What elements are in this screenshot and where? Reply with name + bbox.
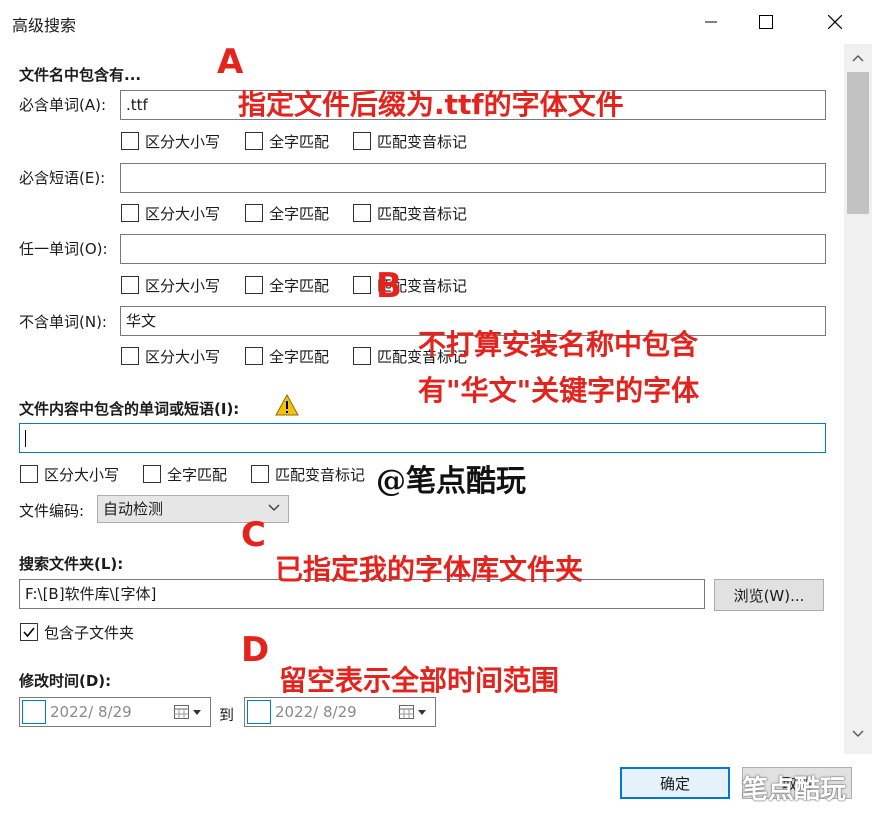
close-icon	[828, 15, 842, 29]
encoding-label: 文件编码:	[19, 502, 85, 520]
scrollbar-thumb[interactable]	[847, 72, 869, 214]
maximize-button[interactable]	[739, 0, 793, 44]
any-word-input[interactable]	[120, 234, 826, 264]
must-phrase-diacritics-checkbox[interactable]: 匹配变音标记	[353, 203, 467, 223]
warning-icon	[275, 394, 299, 416]
calendar-icon[interactable]	[174, 704, 204, 720]
corner-watermark: 笔点酷玩	[742, 775, 847, 805]
close-button[interactable]	[808, 0, 862, 44]
annotation-text-d: 留空表示全部时间范围	[279, 664, 560, 697]
annotation-text-c: 已指定我的字体库文件夹	[275, 553, 584, 586]
content-section-title: 文件内容中包含的单词或短语(I):	[19, 400, 240, 418]
exclude-word-label: 不含单词(N):	[19, 313, 107, 331]
annotation-letter-d: D	[241, 630, 270, 670]
subfolder-checkbox[interactable]: 包含子文件夹	[20, 622, 134, 642]
content-case-checkbox[interactable]: 区分大小写	[20, 464, 119, 484]
content-whole-checkbox[interactable]: 全字匹配	[143, 464, 227, 484]
annotation-letter-c: C	[241, 515, 266, 555]
must-word-whole-checkbox[interactable]: 全字匹配	[245, 131, 329, 151]
date-from-enable-checkbox[interactable]	[22, 700, 46, 724]
folder-section-title: 搜索文件夹(L):	[19, 555, 124, 573]
minimize-icon	[705, 21, 717, 23]
title-bar: 高级搜索	[0, 0, 872, 44]
chevron-down-icon	[268, 504, 280, 511]
any-word-whole-checkbox[interactable]: 全字匹配	[245, 275, 329, 295]
date-to-picker[interactable]: 2022/ 8/29	[244, 697, 436, 727]
date-to-label: 到	[219, 706, 235, 724]
must-phrase-whole-checkbox[interactable]: 全字匹配	[245, 203, 329, 223]
filename-section-title: 文件名中包含有...	[19, 66, 142, 84]
any-word-label: 任一单词(O):	[19, 240, 108, 258]
must-phrase-label: 必含短语(E):	[19, 169, 106, 187]
exclude-word-case-checkbox[interactable]: 区分大小写	[121, 346, 220, 366]
maximize-icon	[759, 15, 773, 29]
must-word-diacritics-checkbox[interactable]: 匹配变音标记	[353, 131, 467, 151]
date-section-title: 修改时间(D):	[19, 672, 112, 690]
must-phrase-case-checkbox[interactable]: 区分大小写	[121, 203, 220, 223]
ok-button[interactable]: 确定	[620, 767, 730, 799]
annotation-text-b-line1: 不打算安装名称中包含	[418, 328, 699, 361]
window-title: 高级搜索	[12, 16, 77, 35]
annotation-letter-b: B	[376, 266, 402, 306]
any-word-case-checkbox[interactable]: 区分大小写	[121, 275, 220, 295]
watermark-text: @笔点酷玩	[376, 464, 526, 499]
must-word-case-checkbox[interactable]: 区分大小写	[121, 131, 220, 151]
scroll-down-icon[interactable]	[852, 730, 864, 738]
annotation-text-b-line2: 有"华文"关键字的字体	[418, 374, 700, 407]
any-word-diacritics-checkbox[interactable]: 匹配变音标记	[353, 275, 467, 295]
annotation-letter-a: A	[217, 42, 244, 82]
content-diacritics-checkbox[interactable]: 匹配变音标记	[251, 464, 365, 484]
browse-button[interactable]: 浏览(W)...	[714, 579, 824, 611]
dialog-content: 文件名中包含有... 必含单词(A): .ttf 区分大小写 全字匹配 匹配变音…	[0, 44, 852, 821]
date-from-picker[interactable]: 2022/ 8/29	[19, 697, 211, 727]
scroll-up-icon[interactable]	[852, 54, 864, 62]
must-word-label: 必含单词(A):	[19, 96, 107, 114]
exclude-word-whole-checkbox[interactable]: 全字匹配	[245, 346, 329, 366]
minimize-button[interactable]	[684, 0, 738, 44]
vertical-scrollbar[interactable]	[844, 44, 872, 754]
annotation-text-a: 指定文件后缀为.ttf的字体文件	[238, 88, 624, 121]
text-caret	[25, 430, 26, 447]
checkmark-icon	[23, 627, 35, 638]
date-to-enable-checkbox[interactable]	[247, 700, 271, 724]
content-input[interactable]	[19, 423, 826, 453]
must-phrase-input[interactable]	[120, 163, 826, 193]
calendar-icon[interactable]	[399, 704, 429, 720]
